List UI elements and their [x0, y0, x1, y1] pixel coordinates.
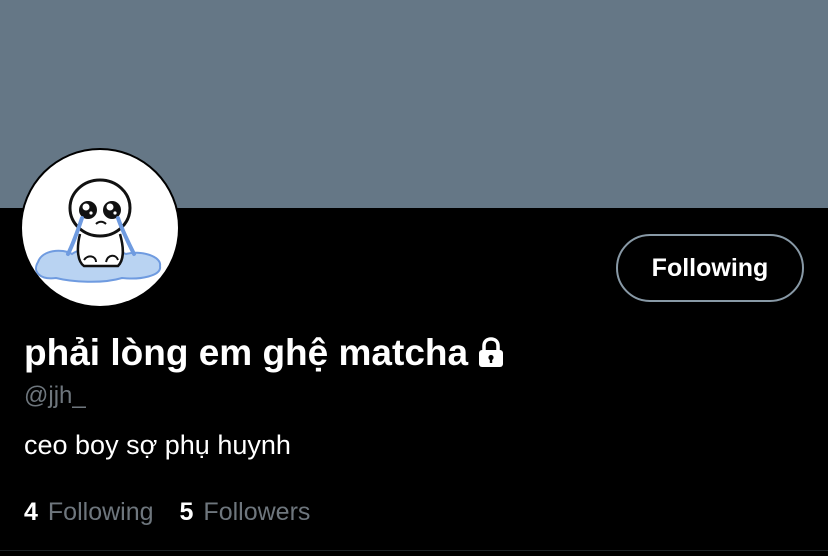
display-name: phải lòng em ghệ matcha	[24, 332, 469, 373]
followers-stat-link[interactable]: 5 Followers	[180, 496, 311, 528]
avatar[interactable]	[20, 148, 180, 308]
followers-label: Followers	[203, 498, 311, 526]
profile-handle: @jjh_	[24, 382, 86, 409]
following-count: 4	[24, 498, 38, 526]
profile-stats: 4 Following 5 Followers	[24, 496, 336, 528]
crying-character-illustration	[35, 178, 162, 283]
following-label: Following	[47, 498, 154, 526]
following-stat-link[interactable]: 4 Following	[24, 496, 154, 528]
profile-name-row: phải lòng em ghệ matcha	[24, 330, 506, 376]
following-button[interactable]: Following	[616, 234, 804, 302]
profile-bio: ceo boy sợ phụ huynh	[24, 430, 291, 460]
bottom-divider	[0, 550, 828, 551]
avatar-image	[22, 150, 178, 306]
lock-icon	[476, 337, 506, 369]
followers-count: 5	[179, 498, 194, 526]
